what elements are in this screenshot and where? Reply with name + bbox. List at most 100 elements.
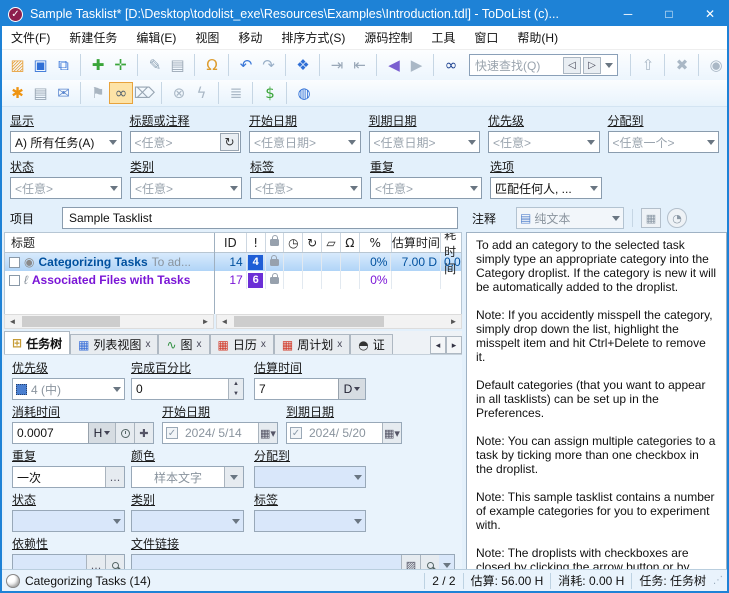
column-header-recurrence[interactable]: ↻: [303, 233, 322, 252]
chevron-down-icon[interactable]: [109, 379, 124, 399]
menu-item[interactable]: 移动: [238, 29, 262, 46]
tab-more[interactable]: ◓ 证: [350, 334, 393, 354]
task-row[interactable]: ℓ Associated Files with Tasks: [5, 271, 214, 289]
percent-spinner[interactable]: ▲▼: [228, 379, 243, 399]
save-icon[interactable]: ▣: [29, 54, 52, 76]
undo-icon[interactable]: ↶: [228, 54, 257, 76]
quick-find-dropdown[interactable]: [601, 56, 616, 74]
new-task-icon[interactable]: ✚: [80, 54, 109, 76]
filter-combo[interactable]: <任意日期>: [249, 131, 361, 153]
column-header-percent[interactable]: %: [360, 233, 392, 252]
quick-find-input[interactable]: 快速查找(Q): [471, 57, 561, 74]
menu-item[interactable]: 视图: [195, 29, 219, 46]
tab-weekplanner[interactable]: ▦ 周计划 x: [274, 334, 350, 354]
sort-icon[interactable]: ⇧: [630, 54, 659, 76]
cancel-icon[interactable]: ⊗: [161, 82, 190, 104]
filter-combo[interactable]: <任意>: [250, 177, 362, 199]
due-date-picker[interactable]: ✓ 2024/ 5/20 ▦▾: [286, 422, 402, 444]
chevron-down-icon[interactable]: [466, 178, 481, 198]
calendar-dropdown-icon[interactable]: ▦▾: [382, 423, 401, 443]
filter-combo[interactable]: <任意>: [370, 177, 482, 199]
menu-item[interactable]: 工具: [431, 29, 455, 46]
task-row-selected[interactable]: ◉ Categorizing Tasks To ad...: [5, 253, 214, 271]
project-input[interactable]: Sample Tasklist: [62, 207, 458, 229]
chevron-down-icon[interactable]: [224, 467, 243, 487]
column-header-priority[interactable]: !: [247, 233, 266, 252]
find-tasks-icon[interactable]: ∞: [433, 54, 462, 76]
priority-combo[interactable]: 4 (中): [12, 378, 125, 400]
columns-pane-scrollbar[interactable]: ◄ ►: [216, 314, 462, 329]
quick-find-prev-button[interactable]: ◁: [563, 57, 581, 74]
percent-done-input[interactable]: 0 ▲▼: [131, 378, 244, 400]
chevron-down-icon[interactable]: [703, 132, 718, 152]
task-link-icon[interactable]: ∞: [109, 82, 133, 104]
maximize-view-icon[interactable]: ❖: [285, 54, 314, 76]
color-combo[interactable]: 样本文字: [131, 466, 244, 488]
chevron-down-icon[interactable]: [608, 208, 623, 228]
calendar-dropdown-icon[interactable]: ▦▾: [258, 423, 277, 443]
web-update-icon[interactable]: ◍: [286, 82, 315, 104]
scroll-left-icon[interactable]: ◄: [217, 315, 232, 328]
chevron-down-icon[interactable]: [464, 132, 479, 152]
chevron-down-icon[interactable]: [226, 178, 241, 198]
insert-date-button[interactable]: ▦: [641, 208, 661, 228]
comments-format-combo[interactable]: ▤ 纯文本: [516, 207, 624, 229]
tab-tasktree[interactable]: ⊞ 任务树: [4, 331, 70, 354]
menu-item[interactable]: 排序方式(S): [281, 29, 345, 46]
filter-combo[interactable]: <任意一个>: [608, 131, 720, 153]
chevron-down-icon[interactable]: [346, 178, 361, 198]
add-time-button[interactable]: ✚: [134, 423, 153, 443]
task-title[interactable]: Categorizing Tasks: [38, 255, 147, 269]
email-icon[interactable]: ✉: [52, 82, 75, 104]
status-combo[interactable]: [12, 510, 125, 532]
chevron-down-icon[interactable]: [350, 467, 365, 487]
minimize-button[interactable]: ─: [611, 2, 645, 26]
quick-find-box[interactable]: 快速查找(Q) ◁ ▷: [469, 54, 618, 76]
flag-icon[interactable]: ⚑: [80, 82, 109, 104]
save-all-icon[interactable]: ⧉: [52, 54, 75, 76]
money-time-icon[interactable]: $: [252, 82, 281, 104]
recurrence-more-button[interactable]: ...: [105, 467, 124, 487]
password-lock-icon[interactable]: ◉: [698, 54, 727, 76]
cleanup-icon[interactable]: ⌦: [133, 82, 156, 104]
chevron-down-icon[interactable]: [586, 178, 601, 198]
column-header-time[interactable]: ◷: [284, 233, 303, 252]
chevron-down-icon[interactable]: [228, 511, 243, 531]
filter-combo[interactable]: 匹配任何人, ...: [490, 177, 602, 199]
tab-close-icon[interactable]: x: [337, 339, 342, 350]
filter-combo[interactable]: <任意>: [130, 177, 242, 199]
filter-combo[interactable]: <任意>: [488, 131, 600, 153]
estimate-time-input[interactable]: 7 D: [254, 378, 366, 400]
chevron-down-icon[interactable]: [106, 132, 121, 152]
chevron-down-icon[interactable]: [109, 511, 124, 531]
tab-close-icon[interactable]: x: [145, 339, 150, 350]
outdent-task-icon[interactable]: ⇤: [348, 54, 371, 76]
task-checkbox[interactable]: [9, 275, 20, 286]
chevron-down-icon[interactable]: [106, 178, 121, 198]
task-row-selected[interactable]: 14 4 0% 7.00 D 0.00: [215, 253, 461, 271]
tabs-scroll-left-button[interactable]: ◂: [430, 336, 446, 354]
date-checkbox[interactable]: ✓: [166, 427, 178, 439]
scroll-right-icon[interactable]: ►: [198, 315, 213, 328]
start-date-picker[interactable]: ✓ 2024/ 5/14 ▦▾: [162, 422, 278, 444]
nav-forward-icon[interactable]: ▶: [405, 54, 428, 76]
time-unit-dropdown[interactable]: H: [88, 423, 115, 443]
tag-combo[interactable]: [254, 510, 366, 532]
chevron-down-icon[interactable]: [584, 132, 599, 152]
reminder-bell-icon[interactable]: Ω: [194, 54, 223, 76]
delete-task-icon[interactable]: ✖: [664, 54, 693, 76]
column-header-id[interactable]: ID: [215, 233, 247, 252]
redo-icon[interactable]: ↷: [257, 54, 280, 76]
lightning-icon[interactable]: ϟ: [190, 82, 213, 104]
resize-grip[interactable]: ⋰: [713, 575, 725, 586]
quick-find-next-button[interactable]: ▷: [583, 57, 601, 74]
task-title[interactable]: Associated Files with Tasks: [32, 273, 191, 287]
track-time-button[interactable]: [115, 423, 134, 443]
menu-item[interactable]: 帮助(H): [517, 29, 558, 46]
task-attributes-icon[interactable]: ▤: [166, 54, 189, 76]
scrollbar-thumb[interactable]: [234, 316, 384, 327]
tab-close-icon[interactable]: x: [261, 339, 266, 350]
filter-combo[interactable]: <任意>: [10, 177, 122, 199]
task-checkbox[interactable]: [9, 257, 20, 268]
tab-listview[interactable]: ▦ 列表视图 x: [70, 334, 158, 354]
